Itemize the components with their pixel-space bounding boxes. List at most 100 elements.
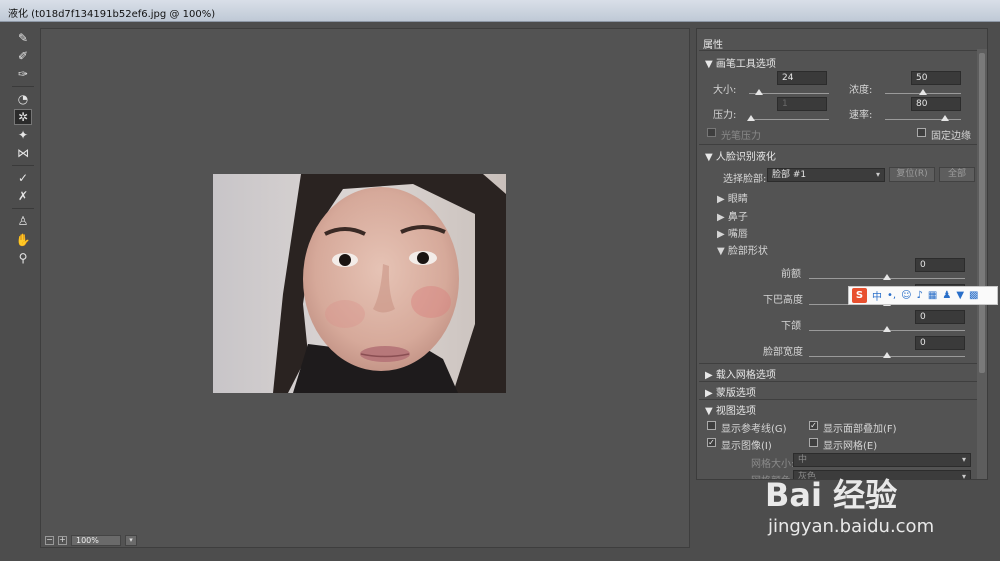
properties-panel: 属性 ▼ 画笔工具选项 大小: 24 浓度: 50 压力: 1 速率: 80 光… (696, 28, 988, 480)
show-image-checkbox[interactable]: ✓ (707, 438, 716, 447)
skin-icon[interactable]: ▼ (956, 290, 964, 301)
show-face-overlay-checkbox[interactable]: ✓ (809, 421, 818, 430)
pucker-icon[interactable]: ✲ (14, 109, 32, 125)
divider (699, 399, 977, 400)
reset-button[interactable]: 复位(R) (889, 167, 935, 182)
watermark-logo: Bai 经验 (765, 476, 898, 514)
face-width-slider-knob[interactable] (883, 352, 891, 358)
divider (699, 50, 977, 51)
nose-label: 鼻子 (727, 212, 748, 223)
ime-toolbar[interactable]: S 中 •, ☺ ♪ ▦ ♟ ▼ ▩ (848, 286, 998, 305)
face-shape-section[interactable]: ▼ 脸部形状 (717, 242, 768, 257)
show-guides-checkbox[interactable] (707, 421, 716, 430)
chevron-down-icon: ▾ (961, 455, 966, 464)
rate-label: 速率: (849, 110, 873, 121)
title-bar: 液化 (t018d7f134191b52ef6.jpg @ 100%) (0, 0, 1000, 22)
reconstruct-icon[interactable]: ✎ (14, 30, 32, 46)
show-mesh-checkbox[interactable] (809, 438, 818, 447)
size-label: 大小: (713, 85, 737, 96)
chin-height-label: 下巴高度 (763, 295, 803, 306)
scrollbar-thumb[interactable] (979, 53, 985, 373)
rate-slider[interactable] (885, 119, 961, 120)
hand-icon[interactable]: ✋ (14, 232, 32, 248)
nose-section[interactable]: ▶ 鼻子 (717, 208, 748, 223)
emoji-icon[interactable]: ☺ (901, 290, 911, 301)
face-tool-icon[interactable]: ♙ (14, 213, 32, 229)
density-input[interactable]: 50 (911, 71, 961, 85)
size-input[interactable]: 24 (777, 71, 827, 85)
mesh-size-value: 中 (798, 455, 808, 465)
stylus-pressure-checkbox[interactable] (707, 128, 716, 137)
ime-mode[interactable]: 中 (872, 288, 882, 303)
freeze-mask-icon[interactable]: ✓ (14, 170, 32, 186)
keyboard-icon[interactable]: ▦ (928, 290, 937, 301)
watermark-url: jingyan.baidu.com (768, 516, 935, 537)
show-image-label: 显示图像(I) (721, 441, 772, 452)
chevron-down-icon: ▾ (875, 170, 880, 179)
jawline-slider-knob[interactable] (883, 326, 891, 332)
preview-canvas[interactable]: − + 100% ▾ (40, 28, 690, 548)
forward-warp-icon[interactable]: ✐ (14, 48, 32, 64)
push-left-icon[interactable]: ⋈ (14, 145, 32, 161)
face-width-input[interactable]: 0 (915, 336, 965, 350)
size-slider-knob[interactable] (755, 89, 763, 95)
face-width-label: 脸部宽度 (763, 347, 803, 358)
divider (699, 381, 977, 382)
microphone-icon[interactable]: ♪ (917, 290, 923, 301)
all-button[interactable]: 全部 (939, 167, 975, 182)
view-options-title: 视图选项 (715, 406, 756, 417)
mouth-section[interactable]: ▶ 嘴唇 (717, 225, 748, 240)
forehead-slider-knob[interactable] (883, 274, 891, 280)
eyes-section[interactable]: ▶ 眼睛 (717, 190, 748, 205)
jawline-label: 下颌 (781, 321, 801, 332)
zoom-level-select[interactable]: 100% (71, 534, 121, 546)
user-icon[interactable]: ♟ (942, 290, 951, 301)
mask-options-title: 蒙版选项 (715, 388, 756, 399)
forehead-label: 前额 (781, 269, 801, 280)
mesh-size-dropdown[interactable]: 中 ▾ (793, 453, 971, 467)
brush-options-header[interactable]: ▼ 画笔工具选项 (705, 55, 776, 70)
select-face-value: 脸部 #1 (772, 170, 807, 180)
pressure-slider[interactable] (749, 119, 829, 120)
smooth-icon[interactable]: ✑ (14, 66, 32, 82)
tool-divider (12, 165, 34, 166)
zoom-bar: − + 100% ▾ (41, 533, 211, 547)
twirl-icon[interactable]: ◔ (14, 91, 32, 107)
pin-edges-checkbox[interactable] (917, 128, 926, 137)
chevron-down-icon: ▾ (961, 472, 966, 480)
pressure-input[interactable]: 1 (777, 97, 827, 111)
pressure-slider-knob[interactable] (747, 115, 755, 121)
panel-title: 属性 (703, 40, 723, 51)
zoom-out-button[interactable]: − (45, 535, 54, 545)
mask-options-header[interactable]: ▶ 蒙版选项 (705, 384, 756, 399)
forehead-input[interactable]: 0 (915, 258, 965, 272)
mouth-label: 嘴唇 (727, 229, 748, 240)
stylus-pressure-label: 光笔压力 (721, 131, 761, 142)
show-face-overlay-label: 显示面部叠加(F) (823, 424, 897, 435)
load-mesh-header[interactable]: ▶ 载入网格选项 (705, 366, 776, 381)
zoom-in-button[interactable]: + (58, 535, 67, 545)
thaw-mask-icon[interactable]: ✗ (14, 188, 32, 204)
face-shape-label: 脸部形状 (727, 246, 768, 257)
eyes-label: 眼睛 (727, 194, 748, 205)
select-face-dropdown[interactable]: 脸部 #1 ▾ (767, 168, 885, 182)
rate-input[interactable]: 80 (911, 97, 961, 111)
jawline-input[interactable]: 0 (915, 310, 965, 324)
brush-options-title: 画笔工具选项 (715, 59, 776, 70)
panel-scrollbar[interactable] (977, 49, 987, 479)
liquify-toolbar: ✎ ✐ ✑ ◔ ✲ ✦ ⋈ ✓ ✗ ♙ ✋ ⚲ (8, 28, 38, 548)
face-aware-title: 人脸识别液化 (715, 152, 776, 163)
rate-slider-knob[interactable] (941, 115, 949, 121)
punctuation-icon[interactable]: •, (887, 290, 896, 301)
density-slider-knob[interactable] (919, 89, 927, 95)
mesh-size-label: 网格大小: (751, 459, 795, 470)
portrait-image (213, 174, 506, 393)
zoom-icon[interactable]: ⚲ (14, 250, 32, 266)
bloat-icon[interactable]: ✦ (14, 127, 32, 143)
chevron-down-icon[interactable]: ▾ (125, 534, 137, 546)
view-options-header[interactable]: ▼ 视图选项 (705, 402, 756, 417)
grid-menu-icon[interactable]: ▩ (969, 290, 978, 301)
face-aware-header[interactable]: ▼ 人脸识别液化 (705, 148, 776, 163)
pin-edges-label: 固定边缘 (931, 131, 971, 142)
select-face-label: 选择脸部: (723, 174, 767, 185)
